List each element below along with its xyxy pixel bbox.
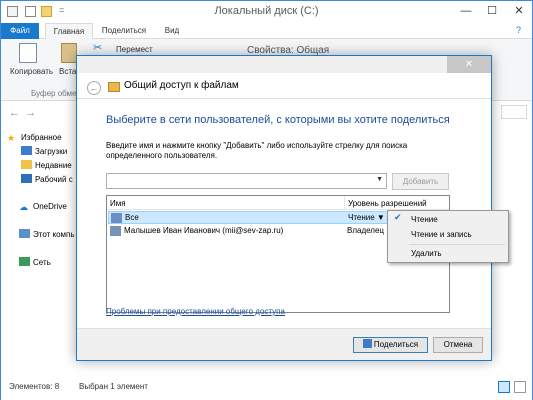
clipboard-group-label: Буфер обме <box>31 89 77 98</box>
column-permission-level[interactable]: Уровень разрешений <box>348 199 427 208</box>
menu-item-remove[interactable]: Удалить <box>390 247 506 261</box>
nav-favorites[interactable]: ★ Избранное <box>7 133 62 147</box>
nav-item-label: Недавние <box>35 161 72 170</box>
share-folder-icon <box>108 82 120 92</box>
cut-icon[interactable]: ✂ <box>93 41 102 54</box>
menu-item-read[interactable]: Чтение <box>390 213 506 227</box>
selected-count: Выбран 1 элемент <box>79 382 148 391</box>
back-icon[interactable]: ← <box>9 107 20 119</box>
nav-downloads[interactable]: Загрузки <box>21 146 67 160</box>
back-button[interactable]: ← <box>87 81 101 95</box>
tab-view[interactable]: Вид <box>157 23 187 39</box>
computer-icon <box>19 229 30 238</box>
nav-recent[interactable]: Недавние <box>21 160 72 174</box>
nav-item-label: OneDrive <box>33 202 67 211</box>
tab-file[interactable]: Файл <box>1 23 39 39</box>
dialog-title: Общий доступ к файлам <box>124 80 239 91</box>
share-button[interactable]: Поделиться <box>353 337 428 353</box>
move-to-button[interactable]: Перемест <box>116 45 153 54</box>
dialog-title-bar: ✕ <box>77 56 491 73</box>
window-close-button[interactable]: ✕ <box>506 1 532 21</box>
column-divider[interactable] <box>344 196 345 210</box>
column-name[interactable]: Имя <box>110 199 126 208</box>
nav-this-pc[interactable]: Этот компь <box>19 229 75 243</box>
share-button-label: Поделиться <box>373 340 419 349</box>
help-icon[interactable]: ? <box>516 25 521 35</box>
large-icons-view-icon[interactable] <box>514 381 526 393</box>
nav-onedrive[interactable]: ☁ OneDrive <box>19 202 67 216</box>
permission-dropdown[interactable]: Чтение ▼ <box>348 213 385 222</box>
user-name: Все <box>125 213 139 222</box>
cancel-button[interactable]: Отмена <box>433 337 483 353</box>
menu-separator <box>409 244 505 245</box>
forward-icon[interactable]: → <box>25 107 36 119</box>
explorer-title-bar: = Локальный диск (C:) — ☐ ✕ <box>1 1 532 23</box>
items-count: Элементов: 8 <box>9 382 60 391</box>
user-icon <box>110 226 121 236</box>
downloads-icon <box>21 146 32 155</box>
minimize-button[interactable]: — <box>453 1 479 21</box>
file-sharing-dialog: ✕ ← Общий доступ к файлам Выберите в сет… <box>76 55 492 361</box>
dialog-header: ← Общий доступ к файлам <box>77 73 491 99</box>
chevron-down-icon[interactable]: ▼ <box>376 176 383 183</box>
list-header: Имя Уровень разрешений <box>107 196 449 210</box>
nav-network[interactable]: Сеть <box>19 257 51 271</box>
users-group-icon <box>111 213 122 223</box>
permission-level: Владелец <box>347 226 385 235</box>
dialog-description: Введите имя и нажмите кнопку "Добавить" … <box>106 141 408 160</box>
star-icon: ★ <box>7 133 16 143</box>
status-bar: Элементов: 8 Выбран 1 элемент <box>1 376 532 400</box>
nav-desktop[interactable]: Рабочий с <box>21 174 73 188</box>
desktop-icon <box>21 174 32 183</box>
nav-item-label: Сеть <box>33 258 51 267</box>
nav-item-label: Загрузки <box>35 147 68 156</box>
add-button[interactable]: Добавить <box>392 173 449 190</box>
search-box[interactable] <box>501 105 527 119</box>
nav-item-label: Рабочий с <box>35 175 73 184</box>
user-name: Малышев Иван Иванович (mii@sev-zap.ru) <box>124 226 284 235</box>
permission-menu: ✔ Чтение Чтение и запись Удалить <box>387 210 509 263</box>
dialog-footer: Поделиться Отмена <box>77 328 491 360</box>
details-view-icon[interactable] <box>498 381 510 393</box>
menu-item-read-write[interactable]: Чтение и запись <box>390 228 506 242</box>
sharing-troubleshoot-link[interactable]: Проблемы при предоставлении общего досту… <box>106 307 285 316</box>
paste-icon[interactable] <box>61 43 77 63</box>
network-icon <box>19 257 30 266</box>
nav-item-label: Избранное <box>21 133 62 142</box>
paste-button[interactable]: Вста <box>59 67 76 76</box>
copy-button[interactable]: Копировать <box>10 67 53 76</box>
ribbon-tabs: Файл Главная Поделиться Вид ? <box>1 23 532 40</box>
user-name-combobox[interactable]: ▼ <box>106 173 387 189</box>
recent-icon <box>21 160 32 169</box>
navigation-pane: ★ Избранное Загрузки Недавние Рабочий с ☁… <box>1 125 81 375</box>
tab-share[interactable]: Поделиться <box>97 23 151 39</box>
dialog-heading: Выберите в сети пользователей, с которым… <box>106 114 450 126</box>
copy-icon[interactable] <box>19 43 37 63</box>
nav-item-label: Этот компь <box>33 230 75 239</box>
cloud-icon: ☁ <box>19 202 28 212</box>
dialog-close-button[interactable]: ✕ <box>447 56 491 73</box>
maximize-button[interactable]: ☐ <box>479 1 505 21</box>
shield-icon <box>362 339 372 348</box>
tab-home[interactable]: Главная <box>45 23 93 40</box>
